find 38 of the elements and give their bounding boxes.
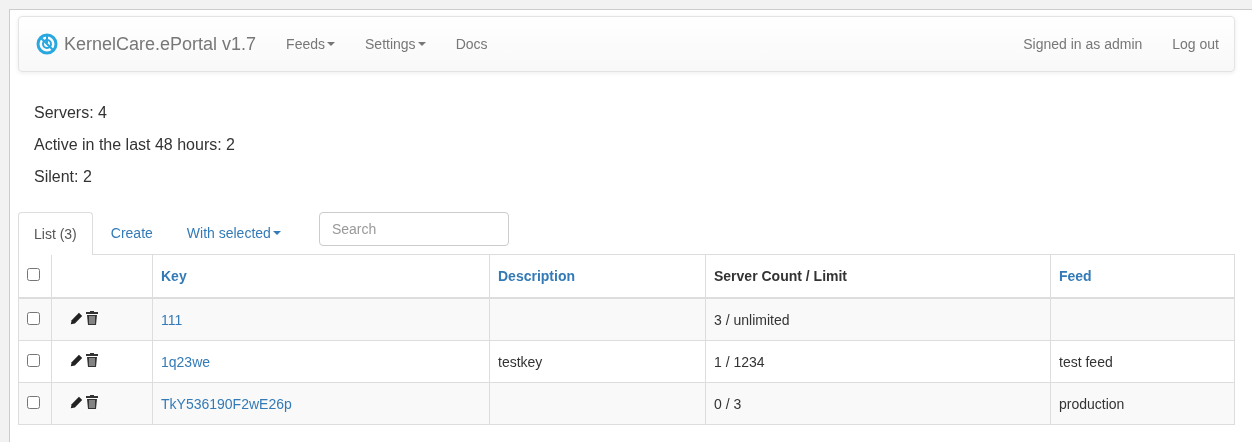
column-header[interactable]: Key	[161, 268, 187, 284]
stat-text: Active in the last 48 hours: 2	[34, 135, 236, 155]
caret-icon	[272, 231, 281, 235]
row-checkbox[interactable]	[27, 311, 40, 325]
caret-icon	[417, 42, 426, 46]
row-checkbox[interactable]	[27, 353, 40, 367]
logo-icon	[36, 33, 58, 55]
stat-text: Silent: 2	[34, 167, 93, 187]
row-checkbox[interactable]	[27, 395, 40, 409]
tab[interactable]: List (3)	[18, 212, 93, 255]
table-cell: 1 / 1234	[714, 353, 765, 370]
trash-icon[interactable]	[86, 395, 98, 410]
table-cell: test feed	[1059, 353, 1113, 370]
signed-in-text: Signed in as admin	[1023, 36, 1143, 52]
key-link[interactable]: TkY536190F2wE26p	[161, 395, 292, 412]
table-cell: production	[1059, 395, 1125, 412]
nav-link[interactable]: Feeds	[286, 36, 336, 52]
column-header: Server Count / Limit	[714, 268, 848, 284]
pencil-icon[interactable]	[70, 353, 83, 367]
table-cell: 3 / unlimited	[714, 311, 790, 328]
trash-icon[interactable]	[86, 311, 98, 326]
stat-text: Servers: 4	[34, 103, 108, 123]
column-header[interactable]: Feed	[1059, 268, 1092, 284]
brand-title[interactable]: KernelCare.ePortal v1.7	[64, 33, 257, 55]
nav-link[interactable]: Settings	[365, 36, 426, 52]
key-link[interactable]: 111	[161, 311, 183, 328]
table-cell: testkey	[498, 353, 543, 370]
key-link[interactable]: 1q23we	[161, 353, 211, 370]
column-header[interactable]: Description	[498, 268, 575, 284]
nav-link[interactable]: Docs	[455, 36, 488, 52]
trash-icon[interactable]	[86, 353, 98, 368]
caret-icon	[327, 42, 336, 46]
table-cell: 0 / 3	[714, 395, 742, 412]
pencil-icon[interactable]	[70, 311, 83, 325]
search-field[interactable]: Search	[318, 212, 509, 246]
pencil-icon[interactable]	[70, 395, 83, 409]
logout-link[interactable]: Log out	[1172, 36, 1219, 52]
select-all-checkbox[interactable]	[27, 268, 40, 281]
